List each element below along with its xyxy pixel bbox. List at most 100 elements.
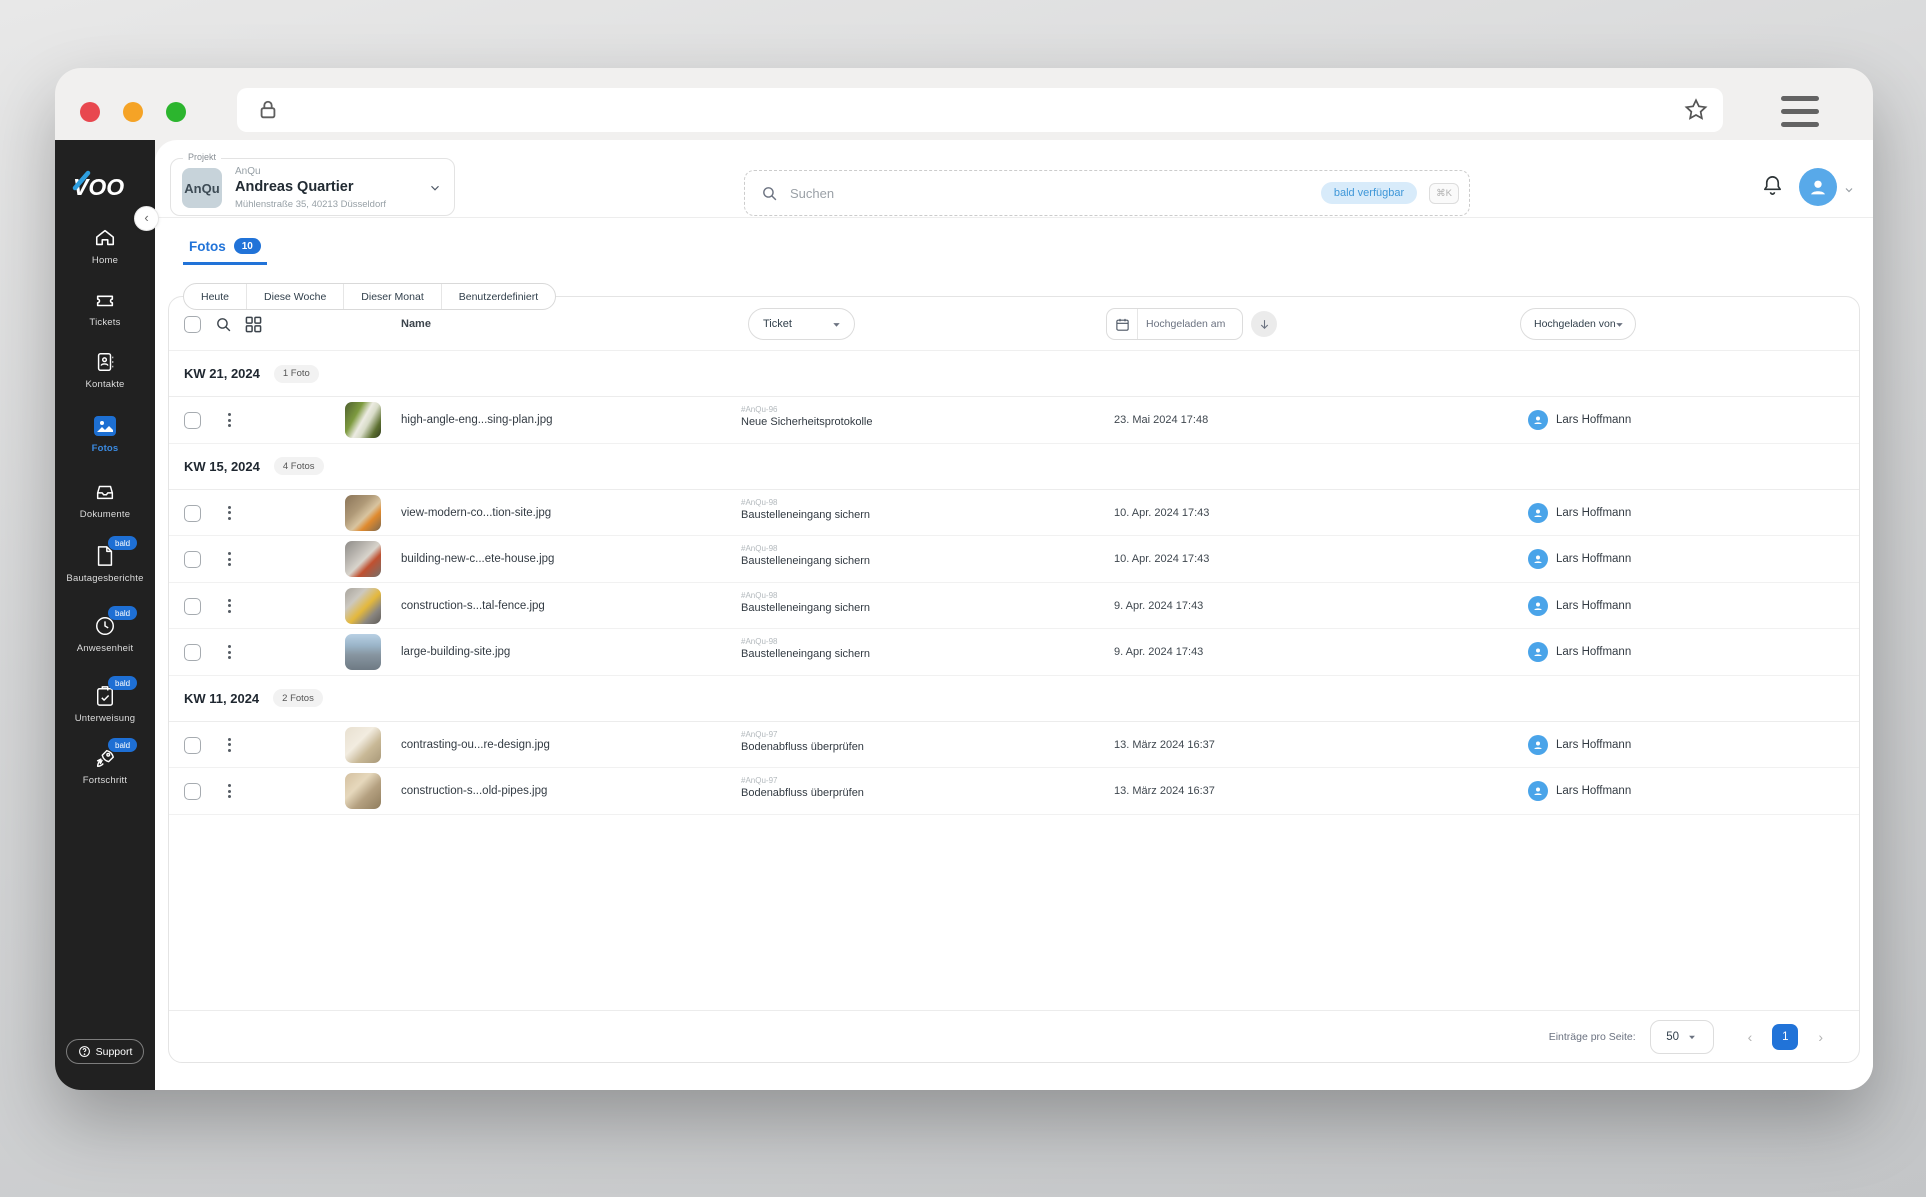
sidebar-item-anwesenheit[interactable]: bald Anwesenheit — [55, 606, 155, 654]
page-size-select[interactable]: 50 — [1649, 1019, 1714, 1054]
sidebar-item-unterweisung[interactable]: bald Unterweisung — [55, 676, 155, 724]
row-menu-icon[interactable] — [221, 548, 237, 570]
uploader-cell: Lars Hoffmann — [1528, 410, 1631, 430]
sidebar-item-bautagesberichte[interactable]: bald Bautagesberichte — [55, 536, 155, 584]
ticket-cell[interactable]: #AnQu-97 Bodenabfluss überprüfen — [741, 730, 864, 753]
close-window-button[interactable] — [80, 102, 100, 122]
photo-row[interactable]: large-building-site.jpg #AnQu-98 Baustel… — [169, 629, 1859, 676]
uploaded-at: 10. Apr. 2024 17:43 — [1114, 553, 1210, 565]
sidebar-collapse-button[interactable]: ‹ — [134, 206, 159, 231]
sidebar-item-label: Fortschritt — [82, 775, 128, 786]
photo-filename: construction-s...tal-fence.jpg — [401, 599, 545, 612]
uploaded-at-input[interactable] — [1146, 318, 1236, 330]
uploader-avatar — [1528, 502, 1548, 523]
photo-row[interactable]: construction-s...tal-fence.jpg #AnQu-98 … — [169, 583, 1859, 629]
search-icon — [763, 186, 777, 200]
sidebar-item-dokumente[interactable]: Dokumente — [55, 480, 155, 520]
row-checkbox[interactable] — [184, 504, 201, 522]
bald-badge: bald — [108, 536, 138, 550]
photo-row[interactable]: view-modern-co...tion-site.jpg #AnQu-98 … — [169, 490, 1859, 536]
sidebar-item-fotos[interactable]: Fotos — [55, 414, 155, 454]
row-menu-icon[interactable] — [221, 502, 237, 524]
ticket-cell[interactable]: #AnQu-98 Baustelleneingang sichern — [741, 591, 870, 614]
filter-diese-woche[interactable]: Diese Woche — [246, 284, 343, 309]
photo-row[interactable]: high-angle-eng...sing-plan.jpg #AnQu-96 … — [169, 397, 1859, 444]
uploader-name: Lars Hoffmann — [1556, 599, 1632, 612]
photo-thumbnail[interactable] — [345, 634, 381, 670]
search-input[interactable] — [790, 185, 1321, 201]
browser-menu-icon[interactable] — [1781, 96, 1819, 127]
ticket-cell[interactable]: #AnQu-98 Baustelleneingang sichern — [741, 637, 870, 660]
main-area: Projekt AnQu AnQu Andreas Quartier Mühle… — [155, 140, 1873, 1090]
filter-benutzerdefiniert[interactable]: Benutzerdefiniert — [440, 284, 555, 309]
user-avatar[interactable] — [1799, 168, 1837, 206]
support-label: Support — [95, 1045, 133, 1058]
filter-dieser-monat[interactable]: Dieser Monat — [343, 284, 440, 309]
ticket-cell[interactable]: #AnQu-97 Bodenabfluss überprüfen — [741, 776, 864, 799]
row-checkbox[interactable] — [184, 736, 201, 754]
ticket-ref: #AnQu-96 — [741, 405, 778, 414]
uploaded-at: 23. Mai 2024 17:48 — [1114, 414, 1209, 426]
global-search[interactable]: bald verfügbar ⌘K — [744, 170, 1470, 216]
sidebar-item-label: Bautagesberichte — [66, 573, 144, 584]
address-bar[interactable] — [237, 88, 1723, 132]
ticket-title: Baustelleneingang sichern — [741, 648, 871, 660]
sidebar-item-fortschritt[interactable]: bald Fortschritt — [55, 738, 155, 786]
progress-icon: bald — [92, 738, 138, 770]
uploader-avatar — [1528, 734, 1548, 755]
project-address: Mühlenstraße 35, 40213 Düsseldorf — [235, 199, 387, 210]
current-page-button[interactable]: 1 — [1772, 1023, 1799, 1050]
project-selector-label: Projekt — [183, 152, 222, 162]
sidebar-item-home[interactable]: Home — [55, 226, 155, 266]
next-page-chevron[interactable]: › — [1812, 1029, 1829, 1045]
ticket-filter-dropdown[interactable]: Ticket — [748, 308, 855, 340]
uploaded-by-filter-dropdown[interactable]: Hochgeladen von — [1520, 308, 1636, 340]
row-menu-icon[interactable] — [221, 780, 237, 802]
minimize-window-button[interactable] — [123, 102, 143, 122]
filter-heute[interactable]: Heute — [184, 284, 246, 309]
photo-thumbnail[interactable] — [345, 541, 381, 577]
row-checkbox[interactable] — [184, 597, 201, 615]
grid-view-icon[interactable] — [245, 316, 262, 333]
photo-thumbnail[interactable] — [345, 402, 381, 438]
attendance-icon: bald — [92, 606, 138, 638]
photo-thumbnail[interactable] — [345, 726, 381, 763]
row-menu-icon[interactable] — [221, 409, 237, 431]
row-menu-icon[interactable] — [221, 595, 237, 617]
ticket-cell[interactable]: #AnQu-98 Baustelleneingang sichern — [741, 498, 870, 521]
bookmark-star-icon[interactable] — [1683, 97, 1709, 123]
select-all-checkbox[interactable] — [184, 316, 201, 333]
row-menu-icon[interactable] — [221, 641, 237, 663]
sidebar-item-tickets[interactable]: Tickets — [55, 288, 155, 328]
home-icon — [92, 226, 118, 250]
photo-thumbnail[interactable] — [345, 773, 381, 809]
user-menu-chevron-icon[interactable] — [1843, 184, 1855, 196]
zoom-window-button[interactable] — [166, 102, 186, 122]
row-checkbox[interactable] — [184, 644, 201, 661]
table-body: KW 21, 2024 1 Foto high-angle-eng...sing… — [169, 351, 1859, 815]
tab-fotos[interactable]: Fotos 10 — [183, 238, 267, 265]
ticket-ref: #AnQu-97 — [741, 776, 778, 785]
project-selector[interactable]: Projekt AnQu AnQu Andreas Quartier Mühle… — [170, 152, 455, 216]
photo-row[interactable]: construction-s...old-pipes.jpg #AnQu-97 … — [169, 768, 1859, 815]
table-search-icon[interactable] — [215, 316, 232, 333]
row-checkbox[interactable] — [184, 412, 201, 429]
ticket-cell[interactable]: #AnQu-96 Neue Sicherheitsprotokolle — [741, 405, 872, 428]
row-checkbox[interactable] — [184, 783, 201, 800]
row-menu-icon[interactable] — [221, 734, 237, 756]
ticket-cell[interactable]: #AnQu-98 Baustelleneingang sichern — [741, 544, 870, 567]
row-checkbox[interactable] — [184, 551, 201, 568]
support-button[interactable]: Support — [66, 1039, 144, 1064]
notifications-bell-icon[interactable] — [1761, 174, 1784, 197]
sort-direction-button[interactable] — [1251, 311, 1277, 337]
photo-row[interactable]: building-new-c...ete-house.jpg #AnQu-98 … — [169, 536, 1859, 583]
sidebar-item-kontakte[interactable]: Kontakte — [55, 350, 155, 390]
user-icon — [1534, 509, 1542, 517]
user-icon — [1534, 648, 1542, 656]
photo-thumbnail[interactable] — [345, 494, 381, 531]
uploaded-at-filter[interactable] — [1106, 308, 1243, 340]
photo-thumbnail[interactable] — [345, 587, 381, 624]
browser-window: VOO Home Tickets Kontakte Fotos Dokument… — [55, 68, 1873, 1090]
photo-row[interactable]: contrasting-ou...re-design.jpg #AnQu-97 … — [169, 722, 1859, 768]
previous-page-chevron[interactable]: ‹ — [1742, 1029, 1759, 1045]
